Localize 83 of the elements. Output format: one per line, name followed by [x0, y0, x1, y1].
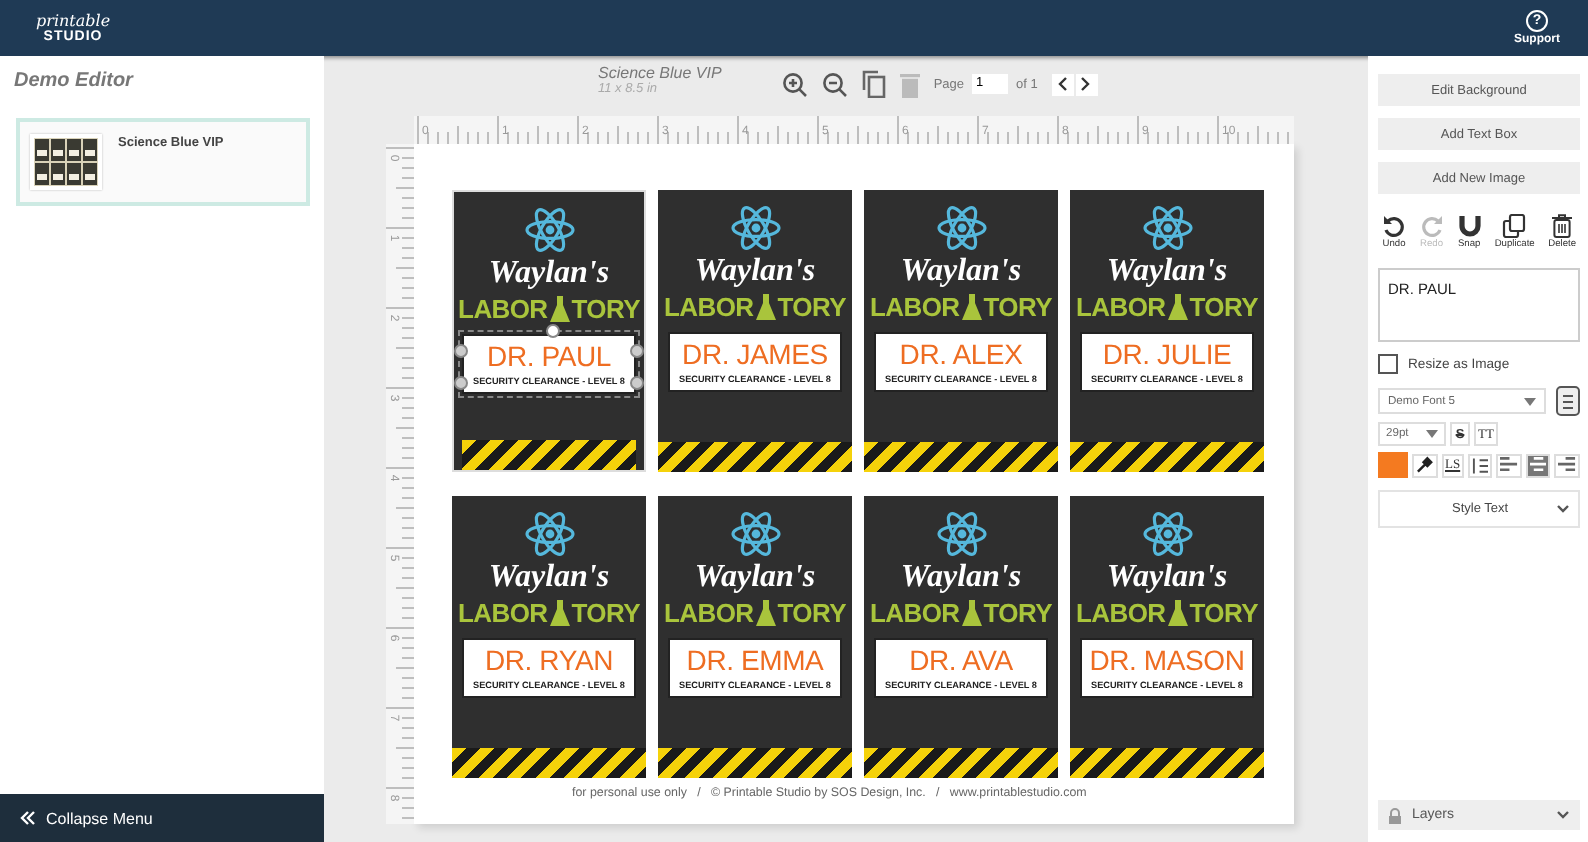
atom-icon	[1141, 204, 1193, 252]
collapse-menu-button[interactable]: Collapse Menu	[0, 794, 324, 842]
badge-title: LABOR	[664, 600, 754, 626]
duplicate-icon	[1502, 214, 1527, 238]
align-button[interactable]	[1496, 453, 1522, 477]
atom-icon	[523, 206, 575, 254]
badge-script-title: Waylan's	[900, 256, 1022, 288]
template-thumbnail	[30, 134, 102, 190]
badge-name: DR. EMMA	[686, 646, 824, 677]
badge-script-title: Waylan's	[1106, 562, 1228, 594]
document-title: Science Blue VIP	[598, 63, 722, 82]
badge-title: TORY	[1189, 294, 1258, 320]
flask-icon	[549, 600, 570, 626]
badge-name: DR. MASON	[1089, 646, 1245, 677]
flask-icon	[1167, 600, 1188, 626]
flask-icon	[961, 294, 982, 320]
chevron-right-icon	[1080, 76, 1093, 92]
flask-icon	[961, 600, 982, 626]
badge-name: DR. AVA	[909, 646, 1013, 677]
atom-icon	[523, 510, 575, 558]
zoom-out-icon[interactable]	[821, 71, 848, 97]
badge-title: TORY	[571, 296, 640, 322]
badge-script-title: Waylan's	[1106, 256, 1228, 288]
atom-icon	[729, 204, 781, 252]
atom-icon	[935, 510, 987, 558]
badge-name: DR. PAUL	[487, 342, 611, 373]
badge-title: TORY	[983, 294, 1052, 320]
badge-script-title: Waylan's	[694, 562, 816, 594]
badge-script-title: Waylan's	[900, 562, 1022, 594]
resize-handle[interactable]	[630, 376, 644, 390]
badge-script-title: Waylan's	[488, 258, 610, 290]
badge-name: DR. ALEX	[899, 340, 1023, 371]
chevron-down-icon	[1556, 810, 1570, 820]
resize-handle[interactable]	[454, 344, 468, 358]
badge-name: DR. JULIE	[1102, 340, 1232, 371]
eyedropper-button[interactable]	[1412, 453, 1438, 477]
badge-title: LABOR	[458, 600, 548, 626]
align-button[interactable]	[1525, 453, 1551, 477]
atom-icon	[729, 510, 781, 558]
trash-icon	[1552, 214, 1573, 238]
badge-title: TORY	[983, 600, 1052, 626]
document-icon[interactable]	[1556, 386, 1580, 416]
rotate-handle[interactable]	[546, 324, 560, 338]
badge-title: LABOR	[1076, 294, 1166, 320]
chevron-left-icon	[1056, 76, 1069, 92]
badge-title: TORY	[571, 600, 640, 626]
resize-handle[interactable]	[630, 344, 644, 358]
copy-icon[interactable]	[861, 70, 886, 98]
redo-icon	[1419, 214, 1444, 238]
dropdown-arrow-icon	[1426, 430, 1438, 438]
magnet-icon	[1457, 214, 1482, 238]
badge-script-title: Waylan's	[694, 256, 816, 288]
align-button[interactable]	[1554, 453, 1581, 477]
badge-title: LABOR	[1076, 600, 1166, 626]
flask-icon	[755, 600, 776, 626]
line-height-button[interactable]	[1467, 453, 1493, 477]
badge-title: LABOR	[870, 294, 960, 320]
flask-icon	[755, 294, 776, 320]
atom-icon	[1141, 510, 1193, 558]
chevron-down-icon	[1556, 504, 1570, 514]
badge-name: DR. RYAN	[484, 646, 613, 677]
lock-icon	[1388, 807, 1402, 823]
dropdown-arrow-icon	[1524, 397, 1536, 405]
badge-script-title: Waylan's	[488, 562, 610, 594]
undo-icon	[1382, 214, 1406, 238]
badge-title: TORY	[1189, 600, 1258, 626]
badge-name: DR. JAMES	[682, 340, 828, 371]
next-page-button[interactable]	[1075, 73, 1098, 95]
zoom-in-icon[interactable]	[781, 71, 808, 97]
badge-title: LABOR	[664, 294, 754, 320]
badge-title: LABOR	[870, 600, 960, 626]
badge-title: TORY	[777, 600, 846, 626]
sidebar-title: Demo Editor	[12, 68, 136, 96]
atom-icon	[935, 204, 987, 252]
resize-checkbox[interactable]	[1378, 354, 1398, 374]
previous-page-button[interactable]	[1051, 73, 1074, 95]
badge-title: LABOR	[458, 296, 548, 322]
color-swatch[interactable]	[1378, 452, 1409, 478]
flask-icon	[549, 296, 570, 322]
flask-icon	[1167, 294, 1188, 320]
badge-title: TORY	[777, 294, 846, 320]
resize-handle[interactable]	[454, 376, 468, 390]
double-chevron-icon	[20, 810, 36, 826]
